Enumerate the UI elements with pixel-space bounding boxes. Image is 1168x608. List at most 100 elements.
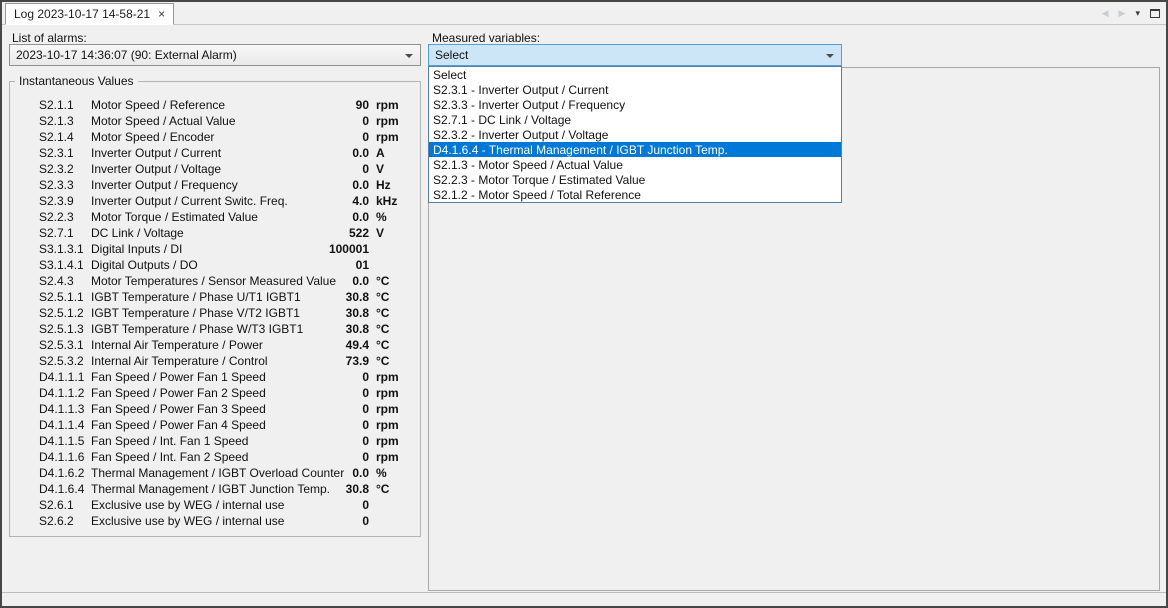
param-name: Internal Air Temperature / Power <box>91 338 309 352</box>
param-value: 0 <box>309 370 369 384</box>
tab-log[interactable]: Log 2023-10-17 14-58-21 × <box>5 3 174 25</box>
measured-variables-select[interactable]: Select <box>428 44 842 66</box>
param-value: 100001 <box>309 242 369 256</box>
param-unit: rpm <box>369 450 421 464</box>
param-name: Fan Speed / Int. Fan 1 Speed <box>91 434 309 448</box>
value-row: S3.1.4.1Digital Outputs / DO01 <box>9 257 421 273</box>
param-name: Digital Outputs / DO <box>91 258 309 272</box>
param-code: S3.1.4.1 <box>39 258 91 272</box>
value-row: D4.1.6.4Thermal Management / IGBT Juncti… <box>9 481 421 497</box>
param-unit: °C <box>369 274 421 288</box>
dropdown-option[interactable]: D4.1.6.4 - Thermal Management / IGBT Jun… <box>429 142 841 157</box>
dropdown-option[interactable]: S2.3.2 - Inverter Output / Voltage <box>429 127 841 142</box>
param-code: S2.6.1 <box>39 498 91 512</box>
param-code: S2.3.3 <box>39 178 91 192</box>
param-unit: A <box>369 146 421 160</box>
measured-variables-dropdown: SelectS2.3.1 - Inverter Output / Current… <box>428 66 842 203</box>
param-name: Fan Speed / Int. Fan 2 Speed <box>91 450 309 464</box>
param-value: 30.8 <box>309 322 369 336</box>
param-code: S2.3.2 <box>39 162 91 176</box>
param-unit: rpm <box>369 98 421 112</box>
values-list: S2.1.1Motor Speed / Reference90rpmS2.1.3… <box>9 97 421 529</box>
value-row: D4.1.1.2Fan Speed / Power Fan 2 Speed0rp… <box>9 385 421 401</box>
window-list-icon[interactable]: ▾ <box>1135 8 1140 19</box>
dropdown-option[interactable]: S2.3.1 - Inverter Output / Current <box>429 82 841 97</box>
param-value: 30.8 <box>309 306 369 320</box>
value-row: S2.3.1Inverter Output / Current0.0A <box>9 145 421 161</box>
param-unit: rpm <box>369 130 421 144</box>
param-value: 0 <box>309 402 369 416</box>
param-code: S2.3.9 <box>39 194 91 208</box>
param-value: 0 <box>309 130 369 144</box>
param-value: 0 <box>309 114 369 128</box>
value-row: S2.7.1DC Link / Voltage522V <box>9 225 421 241</box>
value-row: S2.3.9Inverter Output / Current Switc. F… <box>9 193 421 209</box>
app-window: Log 2023-10-17 14-58-21 × ◀ ▶ ▾ List of … <box>0 0 1168 608</box>
param-code: S2.5.1.2 <box>39 306 91 320</box>
param-code: S2.6.2 <box>39 514 91 528</box>
value-row: D4.1.1.6Fan Speed / Int. Fan 2 Speed0rpm <box>9 449 421 465</box>
value-row: S2.3.3Inverter Output / Frequency0.0Hz <box>9 177 421 193</box>
param-value: 90 <box>309 98 369 112</box>
dropdown-option[interactable]: S2.7.1 - DC Link / Voltage <box>429 112 841 127</box>
param-value: 522 <box>309 226 369 240</box>
param-value: 0.0 <box>309 466 369 480</box>
chevron-down-icon <box>826 54 834 58</box>
value-row: S2.1.1Motor Speed / Reference90rpm <box>9 97 421 113</box>
param-code: D4.1.1.1 <box>39 370 91 384</box>
param-code: S2.7.1 <box>39 226 91 240</box>
param-unit: rpm <box>369 114 421 128</box>
param-value: 49.4 <box>309 338 369 352</box>
param-name: DC Link / Voltage <box>91 226 309 240</box>
param-name: Fan Speed / Power Fan 4 Speed <box>91 418 309 432</box>
param-code: S2.4.3 <box>39 274 91 288</box>
status-bar <box>2 592 1166 606</box>
param-name: Fan Speed / Power Fan 2 Speed <box>91 386 309 400</box>
tab-title: Log 2023-10-17 14-58-21 <box>14 7 150 21</box>
instantaneous-values-title: Instantaneous Values <box>15 74 138 88</box>
param-unit: °C <box>369 482 421 496</box>
dropdown-option[interactable]: Select <box>429 67 841 82</box>
param-unit: °C <box>369 338 421 352</box>
param-value: 0 <box>309 386 369 400</box>
value-row: D4.1.1.5Fan Speed / Int. Fan 1 Speed0rpm <box>9 433 421 449</box>
param-name: Motor Temperatures / Sensor Measured Val… <box>91 274 309 288</box>
param-name: Exclusive use by WEG / internal use <box>91 498 309 512</box>
value-row: S2.1.3Motor Speed / Actual Value0rpm <box>9 113 421 129</box>
param-unit: V <box>369 162 421 176</box>
param-value: 30.8 <box>309 290 369 304</box>
param-name: Motor Speed / Actual Value <box>91 114 309 128</box>
param-name: Fan Speed / Power Fan 1 Speed <box>91 370 309 384</box>
tabbar-controls: ◀ ▶ ▾ <box>1102 2 1160 24</box>
dropdown-option[interactable]: S2.1.2 - Motor Speed / Total Reference <box>429 187 841 202</box>
value-row: S2.6.2Exclusive use by WEG / internal us… <box>9 513 421 529</box>
param-code: S2.5.1.3 <box>39 322 91 336</box>
value-row: S2.5.3.2Internal Air Temperature / Contr… <box>9 353 421 369</box>
param-name: IGBT Temperature / Phase V/T2 IGBT1 <box>91 306 309 320</box>
param-unit: °C <box>369 354 421 368</box>
dropdown-option[interactable]: S2.2.3 - Motor Torque / Estimated Value <box>429 172 841 187</box>
alarm-select[interactable]: 2023-10-17 14:36:07 (90: External Alarm) <box>9 44 421 66</box>
maximize-icon[interactable] <box>1150 9 1160 18</box>
param-unit: rpm <box>369 402 421 416</box>
param-unit: °C <box>369 306 421 320</box>
dropdown-option[interactable]: S2.1.3 - Motor Speed / Actual Value <box>429 157 841 172</box>
value-row: S2.2.3Motor Torque / Estimated Value0.0% <box>9 209 421 225</box>
param-value: 4.0 <box>309 194 369 208</box>
value-row: S2.1.4Motor Speed / Encoder0rpm <box>9 129 421 145</box>
param-code: S2.3.1 <box>39 146 91 160</box>
param-value: 0.0 <box>309 210 369 224</box>
value-row: D4.1.6.2Thermal Management / IGBT Overlo… <box>9 465 421 481</box>
dropdown-option[interactable]: S2.3.3 - Inverter Output / Frequency <box>429 97 841 112</box>
tab-close-icon[interactable]: × <box>158 8 165 20</box>
param-name: IGBT Temperature / Phase U/T1 IGBT1 <box>91 290 309 304</box>
nav-forward-icon[interactable]: ▶ <box>1119 8 1126 19</box>
value-row: D4.1.1.1Fan Speed / Power Fan 1 Speed0rp… <box>9 369 421 385</box>
document-tabbar: Log 2023-10-17 14-58-21 × ◀ ▶ ▾ <box>2 2 1166 25</box>
param-name: IGBT Temperature / Phase W/T3 IGBT1 <box>91 322 309 336</box>
value-row: S3.1.3.1Digital Inputs / DI100001 <box>9 241 421 257</box>
param-unit: °C <box>369 290 421 304</box>
param-name: Internal Air Temperature / Control <box>91 354 309 368</box>
param-unit: V <box>369 226 421 240</box>
nav-back-icon[interactable]: ◀ <box>1102 8 1109 19</box>
